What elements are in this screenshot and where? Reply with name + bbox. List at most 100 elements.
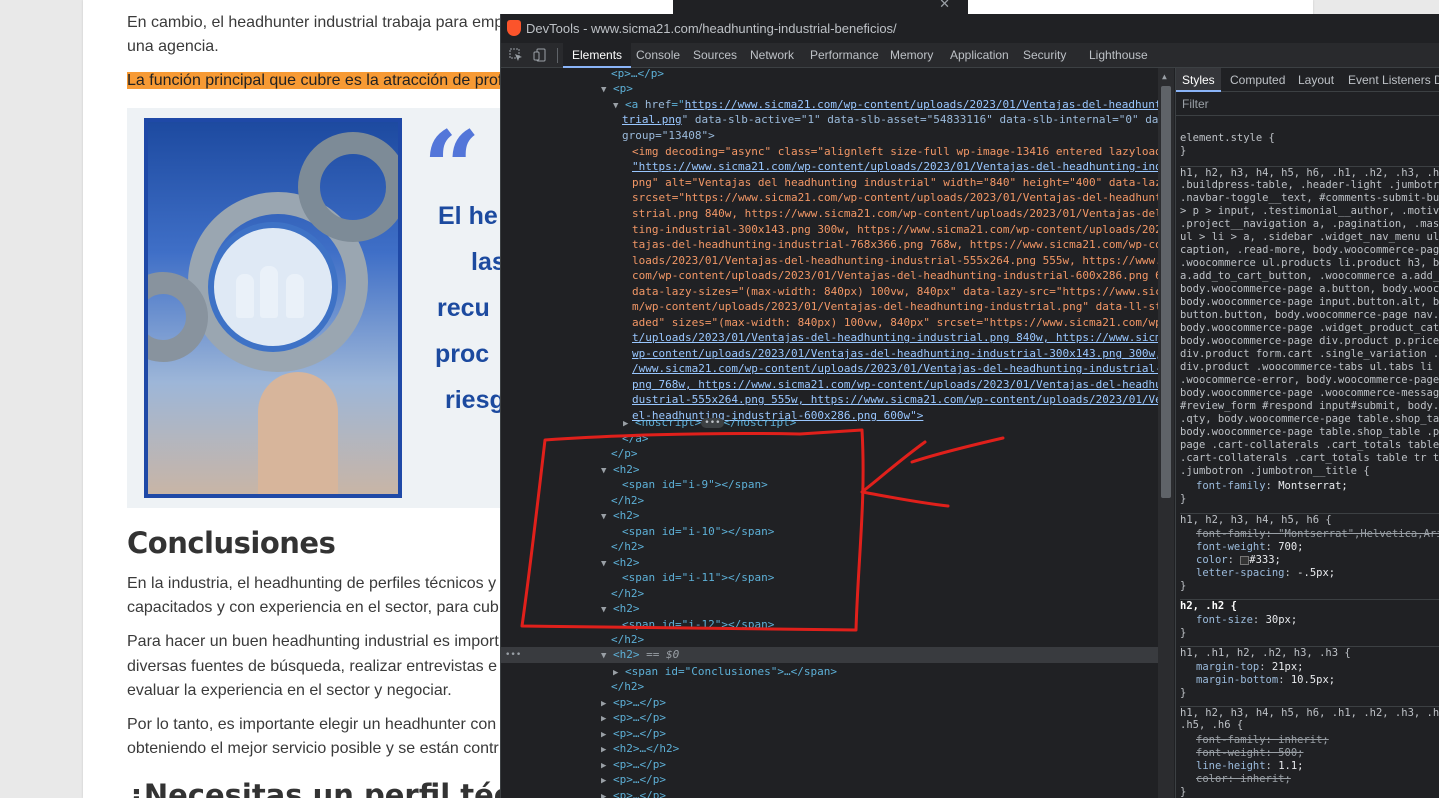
dom-node-p[interactable]: ▶ <p>…</p> <box>601 726 666 742</box>
dom-node-span[interactable]: <span id="i-11"></span> <box>622 570 774 586</box>
css-rule-selector[interactable]: element.style { <box>1180 132 1275 145</box>
css-rule-selector[interactable]: h2, .h2 { <box>1180 599 1439 612</box>
tab-lighthouse[interactable]: Lighthouse <box>1089 43 1148 68</box>
dom-attr-line: group="13408"> <box>622 129 715 142</box>
dom-attr-line: png" alt="Ventajas del headhunting indus… <box>632 176 1158 189</box>
dom-node-h2[interactable]: ▼ <h2> <box>601 462 640 478</box>
paragraph-line: diversas fuentes de búsqueda, realizar e… <box>127 658 497 675</box>
dom-node-p[interactable]: ▶ <p>…</p> <box>601 695 666 711</box>
css-rule-selector: a.add_to_cart_button, .woocommerce a.add… <box>1180 270 1439 282</box>
css-declaration[interactable]: margin-top: 21px; <box>1196 661 1303 674</box>
css-rule-selector: .jumbotron .jumbotron__title { <box>1180 465 1370 477</box>
dom-node-h2[interactable]: ▼ <h2> <box>601 601 640 617</box>
dom-close-tag: </h2> <box>611 494 645 507</box>
css-rule-selector[interactable]: h1, h2, h3, h4, h5, h6 { <box>1180 513 1439 526</box>
paragraph-line: una agencia. <box>127 38 219 55</box>
tab-performance[interactable]: Performance <box>810 43 879 68</box>
css-rule-selector: caption, .read-more, body.woocommerce-pa… <box>1180 244 1439 256</box>
css-rule-selector: body.woocommerce-page a.button, body.woo… <box>1180 283 1439 295</box>
css-rule-selector: > p > input, .testimonial__author, .moti… <box>1180 205 1439 217</box>
css-rule-selector[interactable]: h1, h2, h3, h4, h5, h6, .h1, .h2, .h3, .… <box>1180 166 1439 179</box>
tab-memory[interactable]: Memory <box>890 43 933 68</box>
css-declaration-overridden[interactable]: font-family: "Montserrat",Helvetica,Aria… <box>1196 528 1439 541</box>
scroll-up-icon[interactable]: ▲ <box>1162 72 1167 81</box>
css-declaration-overridden[interactable]: color: inherit; <box>1196 773 1291 786</box>
tab-sources[interactable]: Sources <box>693 43 737 68</box>
tab-security[interactable]: Security <box>1023 43 1066 68</box>
dom-attr-line: "https://www.sicma21.com/wp-content/uplo… <box>632 160 1158 173</box>
dom-attr-line: t/uploads/2023/01/Ventajas-del-headhunti… <box>632 331 1158 344</box>
tab-computed[interactable]: Computed <box>1230 68 1285 92</box>
dom-node-h2[interactable]: ▼ <h2> <box>601 508 640 524</box>
css-rule-selector[interactable]: h1, h2, h3, h4, h5, h6, .h1, .h2, .h3, .… <box>1180 706 1439 719</box>
dom-node-span[interactable]: <span id="i-9"></span> <box>622 477 768 493</box>
tab-event-listeners[interactable]: Event Listeners <box>1348 68 1431 92</box>
css-declaration[interactable]: font-family: Montserrat; <box>1196 480 1348 493</box>
section-heading: Conclusiones <box>127 526 336 560</box>
css-brace: } <box>1180 145 1187 157</box>
css-brace: } <box>1180 687 1187 699</box>
dom-node-img[interactable]: <img decoding="async" class="alignleft s… <box>632 144 1158 160</box>
dom-close-tag: </h2> <box>611 587 645 600</box>
css-rule-selector: body.woocommerce-page table.shop_table .… <box>1180 426 1439 438</box>
css-declaration[interactable]: font-weight: 700; <box>1196 541 1304 554</box>
tab-application[interactable]: Application <box>950 43 1009 68</box>
paragraph-line: capacitados y con experiencia en el sect… <box>127 599 499 616</box>
css-brace: } <box>1180 580 1187 592</box>
paragraph-line: evaluar la experiencia en el sector y ne… <box>127 682 452 699</box>
dom-node-noscript[interactable]: ▶ <noscript> ••• </noscript> <box>623 415 796 431</box>
dom-attr-line: wp-content/uploads/2023/01/Ventajas-del-… <box>632 347 1158 360</box>
css-rule-selector[interactable]: h1, .h1, h2, .h2, h3, .h3 { <box>1180 646 1439 659</box>
dom-node-span[interactable]: <span id="i-12"></span> <box>622 617 774 633</box>
css-declaration[interactable]: font-size: 30px; <box>1196 614 1297 627</box>
tab-styles[interactable]: Styles <box>1176 68 1221 92</box>
color-swatch[interactable] <box>1240 555 1250 565</box>
dom-attr-line: png 768w, https://www.sicma21.com/wp-con… <box>632 378 1158 391</box>
elements-scrollbar[interactable]: ▲ <box>1158 68 1174 798</box>
dom-attr-line: data-lazy-sizes="(max-width: 840px) 100v… <box>632 285 1158 298</box>
css-rule-selector: .navbar-toggle__text, #comments-submit-b… <box>1180 192 1439 204</box>
dom-node-span[interactable]: ▶ <span id="Conclusiones">…</span> <box>613 664 837 680</box>
tab-network[interactable]: Network <box>750 43 794 68</box>
css-declaration[interactable]: margin-bottom: 10.5px; <box>1196 674 1335 687</box>
dom-node[interactable]: <p>…</p> <box>611 68 664 82</box>
css-declaration-overridden[interactable]: font-family: inherit; <box>1196 734 1329 747</box>
dom-node-h2[interactable]: ▶ <h2>…</h2> <box>601 741 679 757</box>
styles-pane: Styles Computed Layout Event Listeners D… <box>1175 68 1439 798</box>
css-declaration[interactable]: letter-spacing: -.5px; <box>1196 567 1335 580</box>
dom-node-h2[interactable]: ▼ <h2> <box>601 555 640 571</box>
dom-node-anchor[interactable]: ▼ <a href="https://www.sicma21.com/wp-co… <box>613 97 1158 113</box>
paragraph-line: En cambio, el headhunter industrial trab… <box>127 14 504 31</box>
css-declaration[interactable]: line-height: 1.1; <box>1196 760 1304 773</box>
dom-node-span[interactable]: <span id="i-10"></span> <box>622 524 774 540</box>
tab-more[interactable]: D <box>1434 68 1439 92</box>
dom-attr-line: aded" sizes="(max-width: 840px) 100vw, 8… <box>632 316 1158 329</box>
headhunting-image[interactable] <box>144 118 402 498</box>
css-rule-selector: #review_form #respond input#submit, body… <box>1180 400 1439 412</box>
css-rule-selector: ul > li > a, .sidebar .widget_nav_menu u… <box>1180 231 1439 243</box>
magnifier-circle <box>208 222 338 352</box>
selected-dom-node[interactable]: ••• ▼ <h2> == $0 <box>501 647 1158 663</box>
dom-node-p[interactable]: ▶ <p>…</p> <box>601 772 666 788</box>
inspect-element-icon[interactable] <box>509 48 523 62</box>
highlight-text: La función principal que cubre es la atr… <box>127 72 503 89</box>
devtools-titlebar[interactable]: DevTools - www.sicma21.com/headhunting-i… <box>501 14 1439 43</box>
dom-node[interactable]: ▼ <p> <box>601 81 633 97</box>
tab-console[interactable]: Console <box>636 43 680 68</box>
article-figure[interactable]: “ El he las recu proc riesg <box>127 108 507 508</box>
device-toolbar-icon[interactable] <box>533 48 547 62</box>
tab-layout[interactable]: Layout <box>1298 68 1334 92</box>
css-rule-selector: body.woocommerce-page .woocommerce-messa… <box>1180 387 1439 399</box>
css-brace: } <box>1180 627 1187 639</box>
elements-tree[interactable]: <p>…</p> ▼ <p> ▼ <a href="https://www.si… <box>501 68 1158 798</box>
dom-node-p[interactable]: ▶ <p>…</p> <box>601 710 666 726</box>
tab-elements[interactable]: Elements <box>563 43 632 68</box>
css-declaration-overridden[interactable]: font-weight: 500; <box>1196 747 1303 760</box>
css-rule-selector: button.button, body.woocommerce-page nav… <box>1180 309 1439 321</box>
css-declaration[interactable]: color: #333; <box>1196 554 1281 567</box>
close-icon[interactable]: ✕ <box>939 0 950 12</box>
scrollbar-thumb[interactable] <box>1161 86 1171 498</box>
dom-node-p[interactable]: ▶ <p>…</p> <box>601 757 666 773</box>
styles-filter-input[interactable]: Filter <box>1176 92 1439 116</box>
dom-node-p[interactable]: ▶ <p>…</p> <box>601 788 666 798</box>
